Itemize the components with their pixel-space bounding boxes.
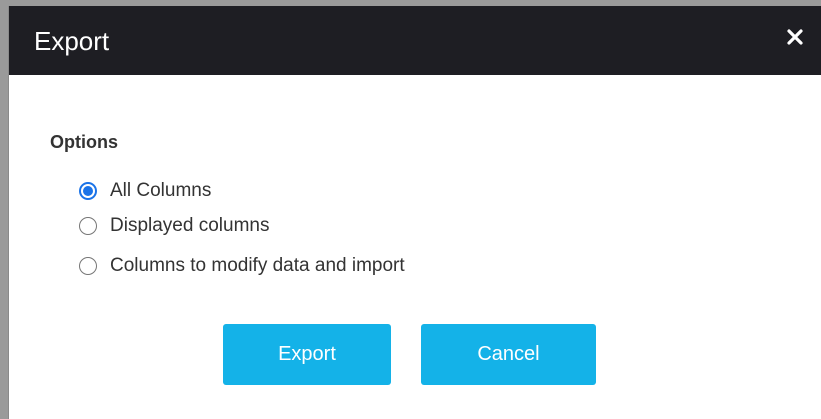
dialog-titlebar: Export: [9, 6, 821, 75]
dialog-title: Export: [34, 26, 110, 56]
radio-option-columns-to-modify[interactable]: Columns to modify data and import: [79, 253, 405, 279]
cancel-button[interactable]: Cancel: [421, 324, 596, 385]
export-button[interactable]: Export: [223, 324, 391, 385]
radio-button-all-columns[interactable]: [79, 182, 97, 200]
radio-button-columns-to-modify[interactable]: [79, 257, 97, 275]
radio-label-columns-to-modify: Columns to modify data and import: [110, 255, 405, 276]
radio-label-displayed-columns: Displayed columns: [110, 215, 270, 236]
radio-label-all-columns: All Columns: [110, 180, 212, 201]
close-icon[interactable]: [782, 24, 808, 50]
export-dialog: Export Options All Columns Displayed col…: [8, 6, 821, 419]
options-heading: Options: [50, 132, 118, 152]
radio-option-all-columns[interactable]: All Columns: [79, 178, 211, 204]
radio-option-displayed-columns[interactable]: Displayed columns: [79, 213, 269, 239]
radio-button-displayed-columns[interactable]: [79, 217, 97, 235]
